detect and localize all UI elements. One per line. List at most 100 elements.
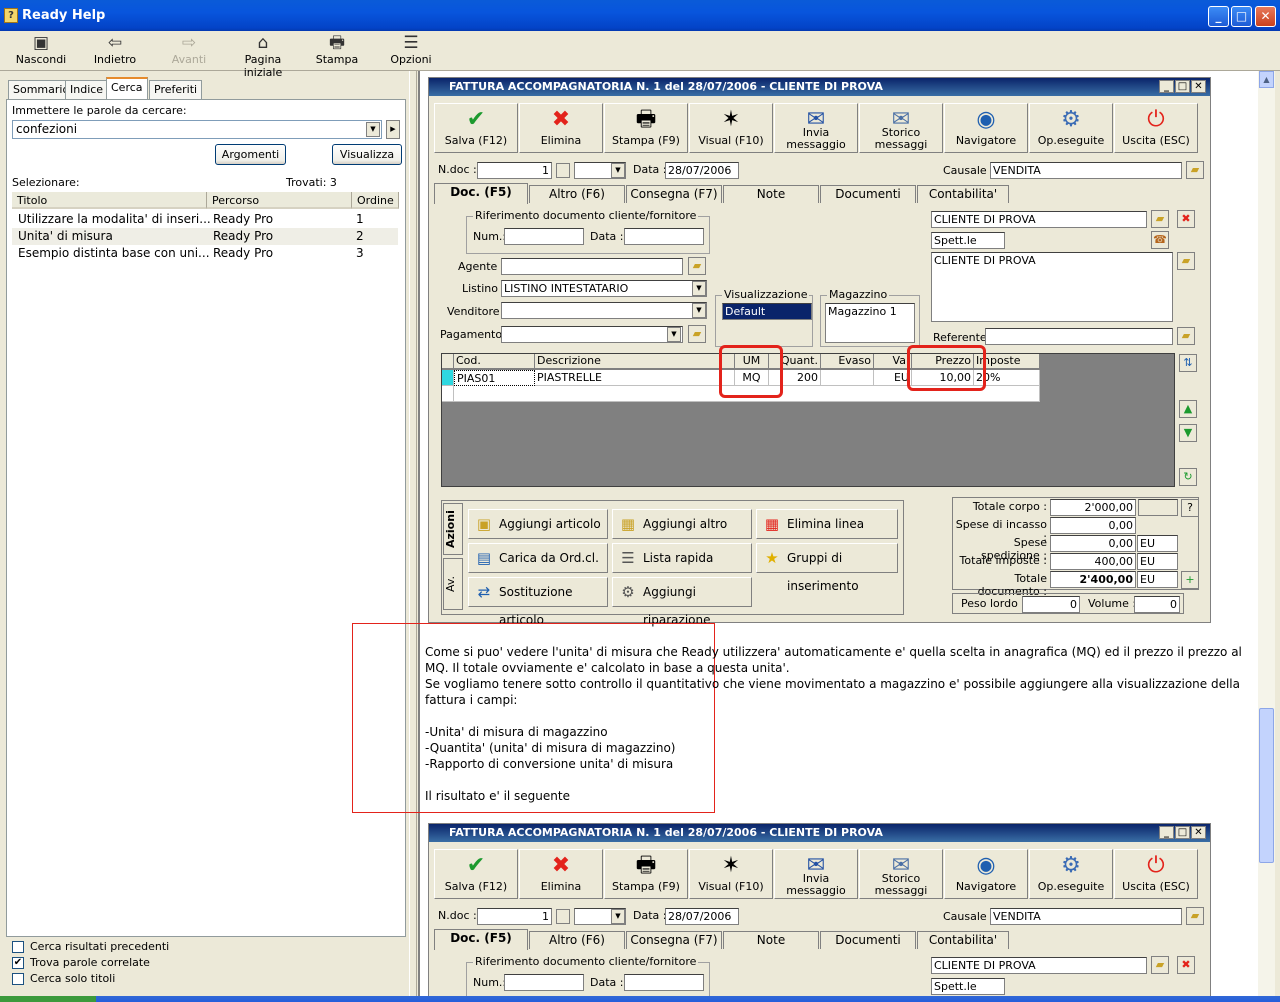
move-down-icon[interactable]: ▼ [1179, 424, 1197, 442]
volume-field[interactable]: 0 [1134, 596, 1180, 613]
send-message-button[interactable]: ✉ Invia messaggio [774, 103, 858, 153]
message-history-button[interactable]: ✉ Storico messaggi [859, 103, 943, 153]
tab-documenti-2[interactable]: Documenti [820, 931, 916, 949]
start-button[interactable] [0, 996, 96, 1002]
inv2-minimize-button[interactable]: _ [1159, 826, 1174, 839]
folder-icon[interactable]: ▰ [1186, 161, 1204, 179]
search-previous-checkbox[interactable] [12, 941, 24, 953]
agente-field[interactable] [501, 258, 683, 275]
col-evaso[interactable]: Evaso [821, 354, 874, 369]
collection-costs-field[interactable]: 0,00 [1050, 517, 1136, 534]
help-question-icon[interactable]: ? [1181, 499, 1199, 517]
grid-row-marker[interactable] [442, 370, 454, 386]
warehouse-list[interactable]: Magazzino 1 [825, 303, 915, 343]
print-button[interactable]: 🖶 Stampa [314, 33, 360, 69]
inv2-maximize-button[interactable]: □ [1175, 826, 1190, 839]
client-name-field-2[interactable]: CLIENTE DI PROVA [931, 957, 1147, 974]
date-field[interactable]: 28/07/2006 [665, 162, 739, 179]
search-input[interactable]: confezioni [12, 120, 382, 139]
folder-icon[interactable]: ▰ [1177, 252, 1195, 270]
executed-ops-button-2[interactable]: ⚙ Op.eseguite [1029, 849, 1113, 899]
add-repair-button[interactable]: ⚙ Aggiungi riparazione [612, 577, 752, 627]
print-invoice-button[interactable]: 🖶 Stampa (F9) [604, 103, 688, 153]
col-path[interactable]: Percorso [207, 192, 352, 209]
tab-consegna[interactable]: Consegna (F7) [626, 185, 722, 203]
gross-weight-field[interactable]: 0 [1022, 596, 1080, 613]
cell-evaso[interactable] [821, 370, 874, 386]
remove-client-icon[interactable]: ✖ [1177, 956, 1195, 974]
folder-icon[interactable]: ▰ [1151, 956, 1169, 974]
rif-date-field-2[interactable] [624, 974, 704, 991]
show-button[interactable]: Visualizza [332, 144, 402, 165]
save-button[interactable]: ✔ Salva (F12) [434, 103, 518, 153]
titles-only-checkbox[interactable] [12, 973, 24, 985]
search-dropdown-arrow[interactable]: ▼ [366, 122, 380, 137]
tab-note-2[interactable]: Note [723, 931, 819, 949]
close-button[interactable]: ✕ [1255, 6, 1276, 27]
delete-button[interactable]: ✖ Elimina [519, 103, 603, 153]
tab-consegna-2[interactable]: Consegna (F7) [626, 931, 722, 949]
tab-avanzate[interactable]: Av. [443, 558, 463, 610]
tab-azioni[interactable]: Azioni [443, 503, 463, 555]
client-title-field[interactable]: Spett.le [931, 232, 1005, 249]
inv-close-button[interactable]: ✕ [1191, 80, 1206, 93]
cell-cod[interactable]: PIAS01 [454, 370, 535, 386]
venditore-dropdown-arrow[interactable]: ▼ [692, 303, 706, 318]
inv2-close-button[interactable]: ✕ [1191, 826, 1206, 839]
scroll-up-arrow[interactable]: ▲ [1259, 71, 1274, 88]
print-invoice-button-2[interactable]: 🖶 Stampa (F9) [604, 849, 688, 899]
remove-client-icon[interactable]: ✖ [1177, 210, 1195, 228]
ndoc-field-2[interactable]: 1 [477, 908, 552, 925]
search-go-button[interactable]: ▶ [386, 120, 400, 139]
insert-groups-button[interactable]: ★ Gruppi di inserimento [756, 543, 898, 593]
folder-icon[interactable]: ▰ [1186, 907, 1204, 925]
visual-button[interactable]: ✶ Visual (F10) [689, 103, 773, 153]
col-cod[interactable]: Cod. [454, 354, 535, 369]
back-button[interactable]: ⇦ Indietro [88, 33, 142, 69]
executed-ops-button[interactable]: ⚙ Op.eseguite [1029, 103, 1113, 153]
result-row[interactable]: Utilizzare la modalita' di inseri... Read… [12, 211, 398, 228]
referente-field[interactable] [985, 328, 1173, 345]
client-name-field[interactable]: CLIENTE DI PROVA [931, 211, 1147, 228]
move-icon[interactable]: ⇅ [1179, 354, 1197, 372]
load-order-button[interactable]: ▤ Carica da Ord.cl. [468, 543, 608, 573]
ndoc-spin[interactable] [556, 163, 570, 178]
send-message-button-2[interactable]: ✉ Invia messaggio [774, 849, 858, 899]
maximize-button[interactable]: □ [1231, 6, 1252, 27]
tab-contabilita[interactable]: Contabilita' [917, 185, 1009, 203]
add-other-button[interactable]: ▦Aggiungi altro (F3) [612, 509, 752, 559]
tab-doc[interactable]: Doc. (F5) [434, 183, 528, 204]
topics-button[interactable]: Argomenti [215, 144, 286, 165]
home-page-button[interactable]: ⌂ Pagina iniziale [225, 33, 301, 79]
inv-maximize-button[interactable]: □ [1175, 80, 1190, 93]
folder-icon[interactable]: ▰ [1151, 210, 1169, 228]
inv-minimize-button[interactable]: _ [1159, 80, 1174, 93]
folder-icon[interactable]: ▰ [688, 257, 706, 275]
quick-list-button[interactable]: ☰ Lista rapida [612, 543, 752, 573]
visualization-list[interactable]: Default [722, 303, 812, 320]
add-icon[interactable]: + [1181, 571, 1199, 589]
exit-button-2[interactable]: ⏻ Uscita (ESC) [1114, 849, 1198, 899]
tab-altro-2[interactable]: Altro (F6) [529, 931, 625, 949]
tab-favorites[interactable]: Preferiti [149, 80, 203, 99]
ndoc-spin-2[interactable] [556, 909, 570, 924]
col-order[interactable]: Ordine [352, 192, 399, 209]
options-button[interactable]: ☰ Opzioni [388, 33, 434, 69]
pagamento-select[interactable] [501, 326, 683, 343]
navigator-button[interactable]: ◉ Navigatore [944, 103, 1028, 153]
pagamento-dropdown-arrow[interactable]: ▼ [667, 327, 681, 342]
ndoc-field[interactable]: 1 [477, 162, 552, 179]
move-up-icon[interactable]: ▲ [1179, 400, 1197, 418]
venditore-select[interactable] [501, 302, 707, 319]
client-title-field-2[interactable]: Spett.le [931, 978, 1005, 995]
pane-splitter[interactable] [409, 71, 417, 1002]
save-button-2[interactable]: ✔ Salva (F12) [434, 849, 518, 899]
hide-button[interactable]: ▣ Nascondi [12, 33, 70, 69]
num-field-2[interactable] [504, 974, 584, 991]
causale-field[interactable]: VENDITA [990, 162, 1182, 179]
col-title[interactable]: Titolo [12, 192, 207, 209]
shipping-costs-field[interactable]: 0,00 [1050, 535, 1136, 552]
visual-button-2[interactable]: ✶ Visual (F10) [689, 849, 773, 899]
series-dropdown-arrow-2[interactable]: ▼ [611, 909, 625, 924]
listino-dropdown-arrow[interactable]: ▼ [692, 281, 706, 296]
